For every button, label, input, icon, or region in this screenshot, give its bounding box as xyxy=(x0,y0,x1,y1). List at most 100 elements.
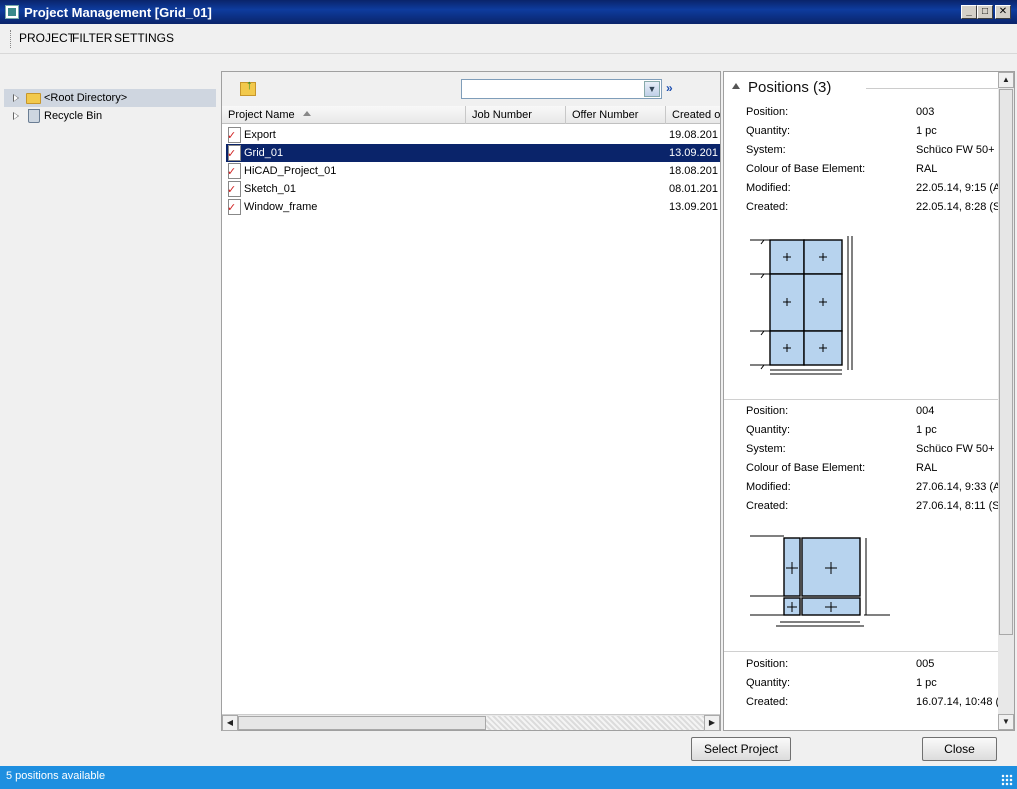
created-date: 13.09.201 xyxy=(669,147,718,159)
field-value: 27.06.14, 9:33 (A xyxy=(916,481,1001,493)
close-window-button[interactable]: ✕ xyxy=(995,5,1011,19)
field-label: Quantity: xyxy=(746,424,791,436)
positions-header[interactable]: Positions (3) xyxy=(724,72,998,102)
field-value: 005 xyxy=(916,658,935,670)
column-offer-number[interactable]: Offer Number xyxy=(566,106,666,124)
field-value: 27.06.14, 8:11 (S xyxy=(916,500,1000,512)
app-icon xyxy=(5,5,19,19)
field-value: RAL xyxy=(916,163,938,175)
select-project-button[interactable]: Select Project xyxy=(691,737,791,761)
menu-bar: PROJECT FILTER SETTINGS xyxy=(0,24,1017,54)
column-project-name[interactable]: Project Name xyxy=(222,106,466,124)
field-label: Colour of Base Element: xyxy=(746,462,866,474)
scroll-left-icon[interactable]: ◀ xyxy=(222,715,238,731)
chevron-down-icon[interactable]: ▼ xyxy=(644,81,660,97)
double-chevron-down-icon[interactable]: » xyxy=(666,81,673,95)
scrollbar-thumb[interactable] xyxy=(999,89,1013,635)
created-date: 18.08.201 xyxy=(669,165,718,177)
project-list-panel: ▼ » Project Name Job Number Offer Number… xyxy=(221,71,721,731)
field-value: 1 pc xyxy=(916,424,937,436)
position-card[interactable]: Position: 003 Quantity: 1 pc System: Schüco… xyxy=(724,102,1001,400)
field-value: Schüco FW 50+ xyxy=(916,443,995,455)
field-label: Quantity: xyxy=(746,677,791,689)
column-label: Project Name xyxy=(228,109,295,121)
sort-ascending-icon xyxy=(302,111,311,116)
field-label: Modified: xyxy=(746,481,791,493)
field-label: Colour of Base Element: xyxy=(746,163,866,175)
field-label: Created: xyxy=(746,500,789,512)
resize-grip-icon[interactable] xyxy=(1001,774,1013,786)
maximize-button[interactable]: □ xyxy=(977,5,993,19)
vertical-scrollbar[interactable]: ▲ ▼ xyxy=(998,72,1014,730)
project-name: HiCAD_Project_01 xyxy=(244,165,337,177)
scrollbar-thumb[interactable] xyxy=(238,716,486,730)
position-card[interactable]: Position: 004 Quantity: 1 pc System: Schüco… xyxy=(724,400,1001,652)
field-value: 1 pc xyxy=(916,125,937,137)
field-value: 16.07.14, 10:48 ( xyxy=(916,696,1000,708)
status-bar: 5 positions available xyxy=(0,766,1017,789)
scroll-right-icon[interactable]: ▶ xyxy=(704,715,720,731)
expand-arrow-icon[interactable] xyxy=(13,112,19,120)
project-file-icon xyxy=(227,199,241,215)
tree-item-root-directory[interactable]: <Root Directory> xyxy=(4,89,216,107)
column-label: Job Number xyxy=(472,109,532,121)
menu-project[interactable]: PROJECT xyxy=(19,31,75,45)
field-label: Created: xyxy=(746,696,789,708)
field-label: System: xyxy=(746,144,786,156)
collapse-triangle-icon[interactable] xyxy=(732,83,740,89)
window-grid-drawing-thumbnail xyxy=(746,230,876,375)
column-label: Created o xyxy=(672,109,720,121)
project-file-icon xyxy=(227,127,241,143)
field-label: Quantity: xyxy=(746,125,791,137)
scroll-up-icon[interactable]: ▲ xyxy=(998,72,1014,88)
folder-icon xyxy=(26,93,41,104)
search-combobox[interactable]: ▼ xyxy=(461,79,662,99)
column-created-on[interactable]: Created o xyxy=(666,106,720,124)
field-label: Position: xyxy=(746,405,789,417)
project-name: Sketch_01 xyxy=(244,183,296,195)
field-label: Created: xyxy=(746,201,789,213)
positions-title: Positions (3) xyxy=(748,79,832,96)
table-row[interactable]: Sketch_01 08.01.201 xyxy=(226,180,720,198)
tree-item-label: Recycle Bin xyxy=(44,110,103,122)
folder-up-icon[interactable] xyxy=(240,77,256,96)
minimize-button[interactable]: _ xyxy=(961,5,977,19)
scroll-down-icon[interactable]: ▼ xyxy=(998,714,1014,730)
window-frame-drawing-thumbnail xyxy=(746,528,896,638)
menu-filter[interactable]: FILTER xyxy=(72,31,112,45)
field-value: Schüco FW 50+ xyxy=(916,144,995,156)
scrollbar-track[interactable] xyxy=(486,716,704,730)
column-job-number[interactable]: Job Number xyxy=(466,106,566,124)
created-date: 19.08.201 xyxy=(669,129,718,141)
created-date: 13.09.201 xyxy=(669,201,718,213)
close-button[interactable]: Close xyxy=(922,737,997,761)
header-divider xyxy=(866,88,998,89)
expand-arrow-icon[interactable] xyxy=(13,94,19,102)
directory-tree: <Root Directory> Recycle Bin xyxy=(4,86,218,146)
project-file-icon xyxy=(227,163,241,179)
table-row[interactable]: Export 19.08.201 xyxy=(226,126,720,144)
field-value: RAL xyxy=(916,462,938,474)
field-label: Position: xyxy=(746,658,789,670)
horizontal-scrollbar[interactable]: ◀ ▶ xyxy=(222,714,720,731)
title-bar: Project Management [Grid_01] _ □ ✕ xyxy=(0,0,1017,24)
field-value: 22.05.14, 8:28 (S xyxy=(916,201,1001,213)
project-toolbar: ▼ » xyxy=(222,72,720,106)
table-row[interactable]: Grid_01 13.09.201 xyxy=(226,144,720,162)
column-label: Offer Number xyxy=(572,109,639,121)
table-row[interactable]: Window_frame 13.09.201 xyxy=(226,198,720,216)
field-label: Position: xyxy=(746,106,789,118)
position-card[interactable]: Position: 005 Quantity: 1 pc Created: 16.07… xyxy=(724,653,1000,730)
project-name: Grid_01 xyxy=(244,147,284,159)
window-title: Project Management [Grid_01] xyxy=(24,5,212,20)
project-file-icon xyxy=(227,181,241,197)
field-value: 003 xyxy=(916,106,935,118)
field-value: 22.05.14, 9:15 (A xyxy=(916,182,1001,194)
status-text: 5 positions available xyxy=(6,770,106,782)
positions-panel: Positions (3) Position: 003 Quantity: 1 pc… xyxy=(723,71,1015,731)
project-name: Window_frame xyxy=(244,201,318,213)
field-label: System: xyxy=(746,443,786,455)
table-row[interactable]: HiCAD_Project_01 18.08.201 xyxy=(226,162,720,180)
menu-settings[interactable]: SETTINGS xyxy=(114,31,174,45)
tree-item-recycle-bin[interactable]: Recycle Bin xyxy=(4,107,216,125)
